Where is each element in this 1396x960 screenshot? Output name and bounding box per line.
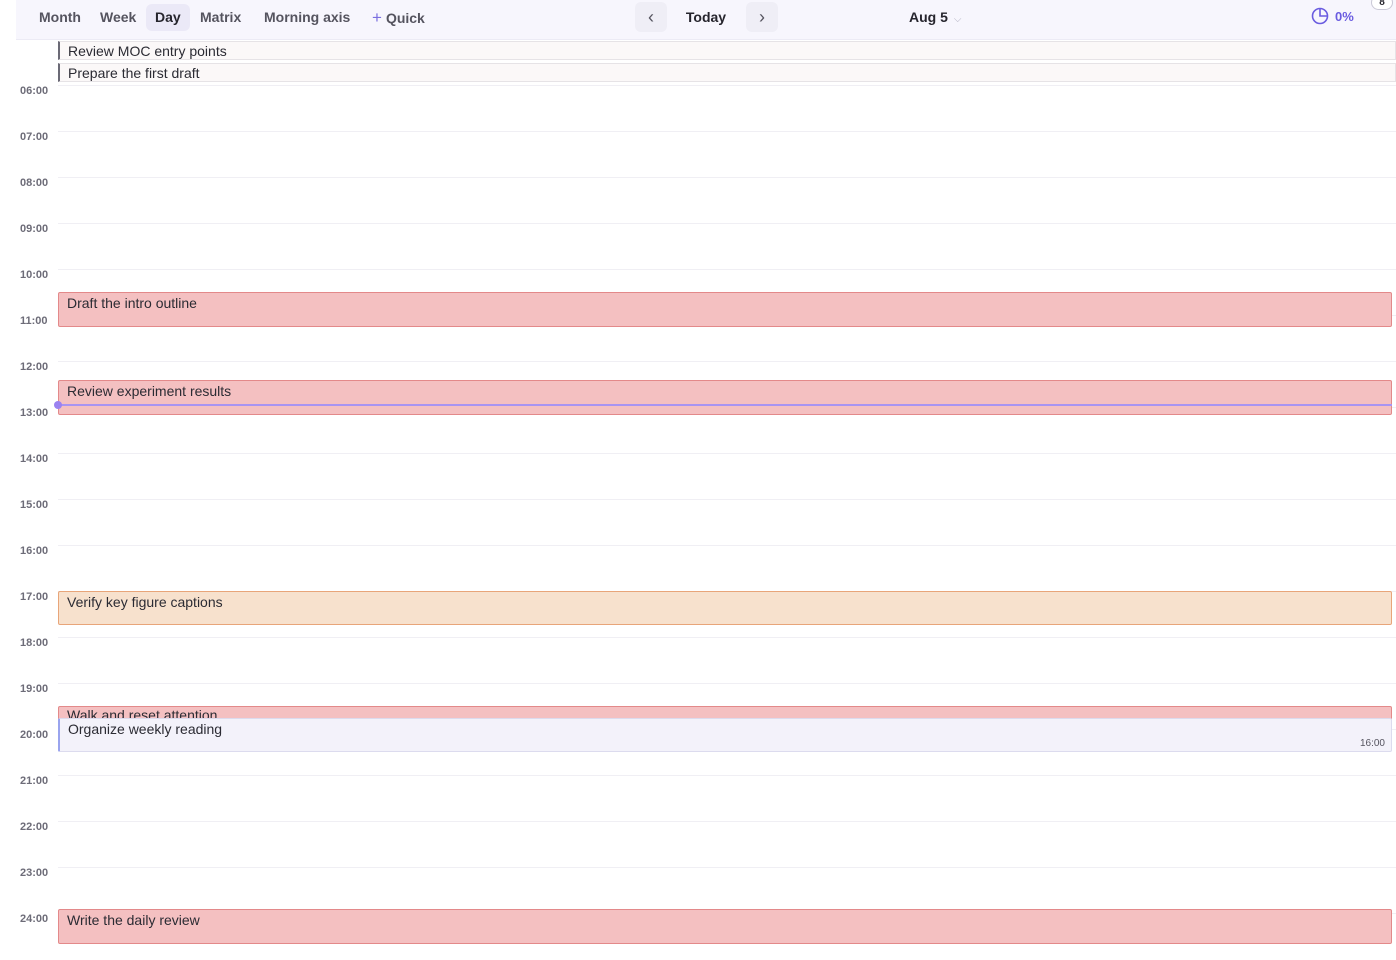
hour-label: 18:00 — [20, 637, 49, 649]
hour-label: 10:00 — [20, 269, 49, 281]
view-day-button[interactable]: Day — [146, 4, 190, 31]
hour-label: 06:00 — [20, 85, 49, 97]
hour-gridline — [58, 499, 1396, 500]
hour-label: 16:00 — [20, 545, 49, 557]
hour-gridline — [58, 867, 1396, 868]
hour-label: 15:00 — [20, 499, 49, 511]
hour-label: 11:00 — [20, 315, 48, 327]
event-title: Write the daily review — [67, 912, 200, 928]
event-end-time: 16:00 — [1359, 738, 1385, 749]
chevron-right-icon: › — [759, 7, 765, 27]
date-label: Aug 5 — [909, 9, 948, 25]
current-time-line — [58, 404, 1392, 406]
hour-label: 23:00 — [20, 867, 49, 879]
event-title: Verify key figure captions — [67, 594, 223, 610]
previous-day-button[interactable]: ‹ — [635, 2, 667, 32]
progress-label: 0% — [1335, 9, 1354, 24]
pie-chart-icon — [1311, 7, 1329, 25]
hour-gridline — [58, 453, 1396, 454]
calendar-event[interactable]: Verify key figure captions — [58, 591, 1392, 625]
view-week-button[interactable]: Week — [91, 4, 145, 31]
event-title: Draft the intro outline — [67, 295, 197, 311]
chevron-left-icon: ‹ — [648, 7, 654, 27]
event-title: Review experiment results — [67, 383, 232, 399]
hour-gridline — [58, 545, 1396, 546]
calendar-event[interactable]: Write the daily review — [58, 909, 1392, 944]
today-button[interactable]: Today — [676, 4, 736, 31]
hour-label: 07:00 — [20, 131, 49, 143]
calendar-toolbar: Month Week Day Matrix Morning axis + Quic… — [16, 0, 1396, 40]
hour-label: 13:00 — [20, 407, 49, 419]
hour-label: 09:00 — [20, 223, 49, 235]
quick-add-label: Quick — [385, 10, 425, 26]
view-matrix-button[interactable]: Matrix — [191, 4, 250, 31]
hour-gridline — [58, 269, 1396, 270]
calendar-event[interactable]: Draft the intro outline — [58, 292, 1392, 327]
view-morning-axis-button[interactable]: Morning axis — [255, 4, 359, 31]
current-time-dot — [54, 401, 62, 409]
hour-label: 21:00 — [20, 775, 49, 787]
hour-label: 14:00 — [20, 453, 49, 465]
next-day-button[interactable]: › — [746, 2, 778, 32]
hour-label: 20:00 — [20, 729, 49, 741]
hour-gridline — [58, 85, 1396, 86]
hour-gridline — [58, 637, 1396, 638]
hour-gridline — [58, 361, 1396, 362]
hour-label: 22:00 — [20, 821, 49, 833]
hour-gridline — [58, 131, 1396, 132]
hour-gridline — [58, 223, 1396, 224]
hour-label: 24:00 — [20, 913, 49, 925]
view-month-button[interactable]: Month — [30, 4, 90, 31]
hour-label: 08:00 — [20, 177, 49, 189]
quick-add-button[interactable]: + Quick — [368, 4, 429, 31]
date-picker[interactable]: Aug 5 ⌵ — [909, 4, 961, 31]
all-day-task[interactable]: Prepare the first draft — [58, 63, 1396, 82]
hour-gridline — [58, 821, 1396, 822]
task-count-badge: 8 — [1371, 0, 1393, 10]
hour-gridline — [58, 775, 1396, 776]
calendar-event[interactable]: Organize weekly reading 16:00 — [58, 718, 1392, 752]
calendar-event[interactable]: Review experiment results — [58, 380, 1392, 415]
chevron-down-icon: ⌵ — [953, 14, 962, 25]
all-day-task[interactable]: Review MOC entry points — [58, 41, 1396, 60]
hour-label: 17:00 — [20, 591, 49, 603]
progress-indicator[interactable]: 0% — [1311, 5, 1354, 29]
hour-label: 19:00 — [20, 683, 49, 695]
hour-gridline — [58, 177, 1396, 178]
hour-label: 12:00 — [20, 361, 49, 373]
plus-icon: + — [372, 8, 382, 27]
event-title: Organize weekly reading — [68, 721, 223, 737]
hour-gridline — [58, 683, 1396, 684]
